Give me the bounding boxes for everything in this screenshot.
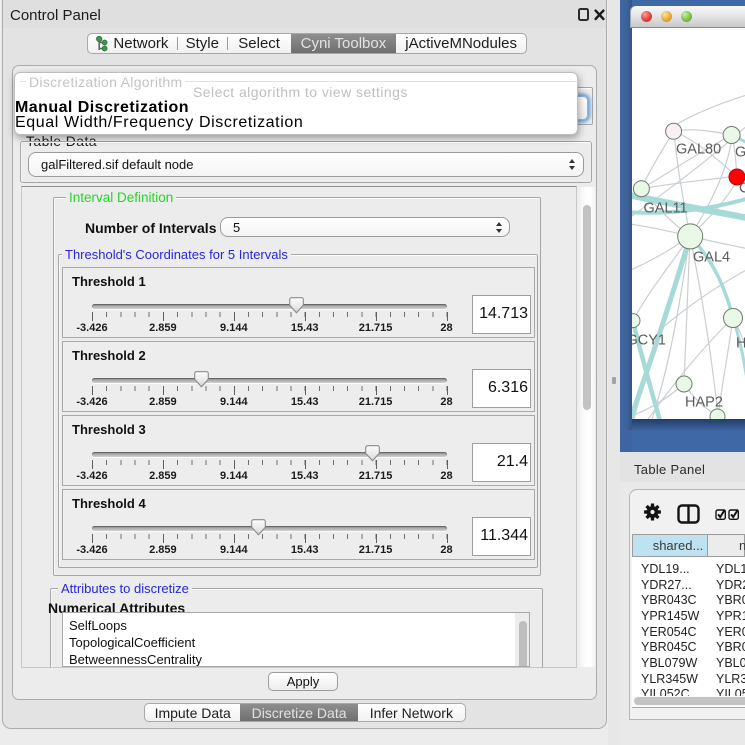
svg-text:GAL80: GAL80	[676, 142, 721, 158]
svg-text:GAL11: GAL11	[644, 201, 688, 217]
svg-text:GAL4: GAL4	[693, 250, 730, 266]
svg-text:GCY1: GCY1	[632, 333, 666, 349]
svg-text:HAP2: HAP2	[685, 395, 723, 411]
svg-text:GA: GA	[735, 145, 745, 161]
svg-text:CY: CY	[739, 181, 745, 197]
svg-text:HA: HA	[736, 336, 745, 352]
